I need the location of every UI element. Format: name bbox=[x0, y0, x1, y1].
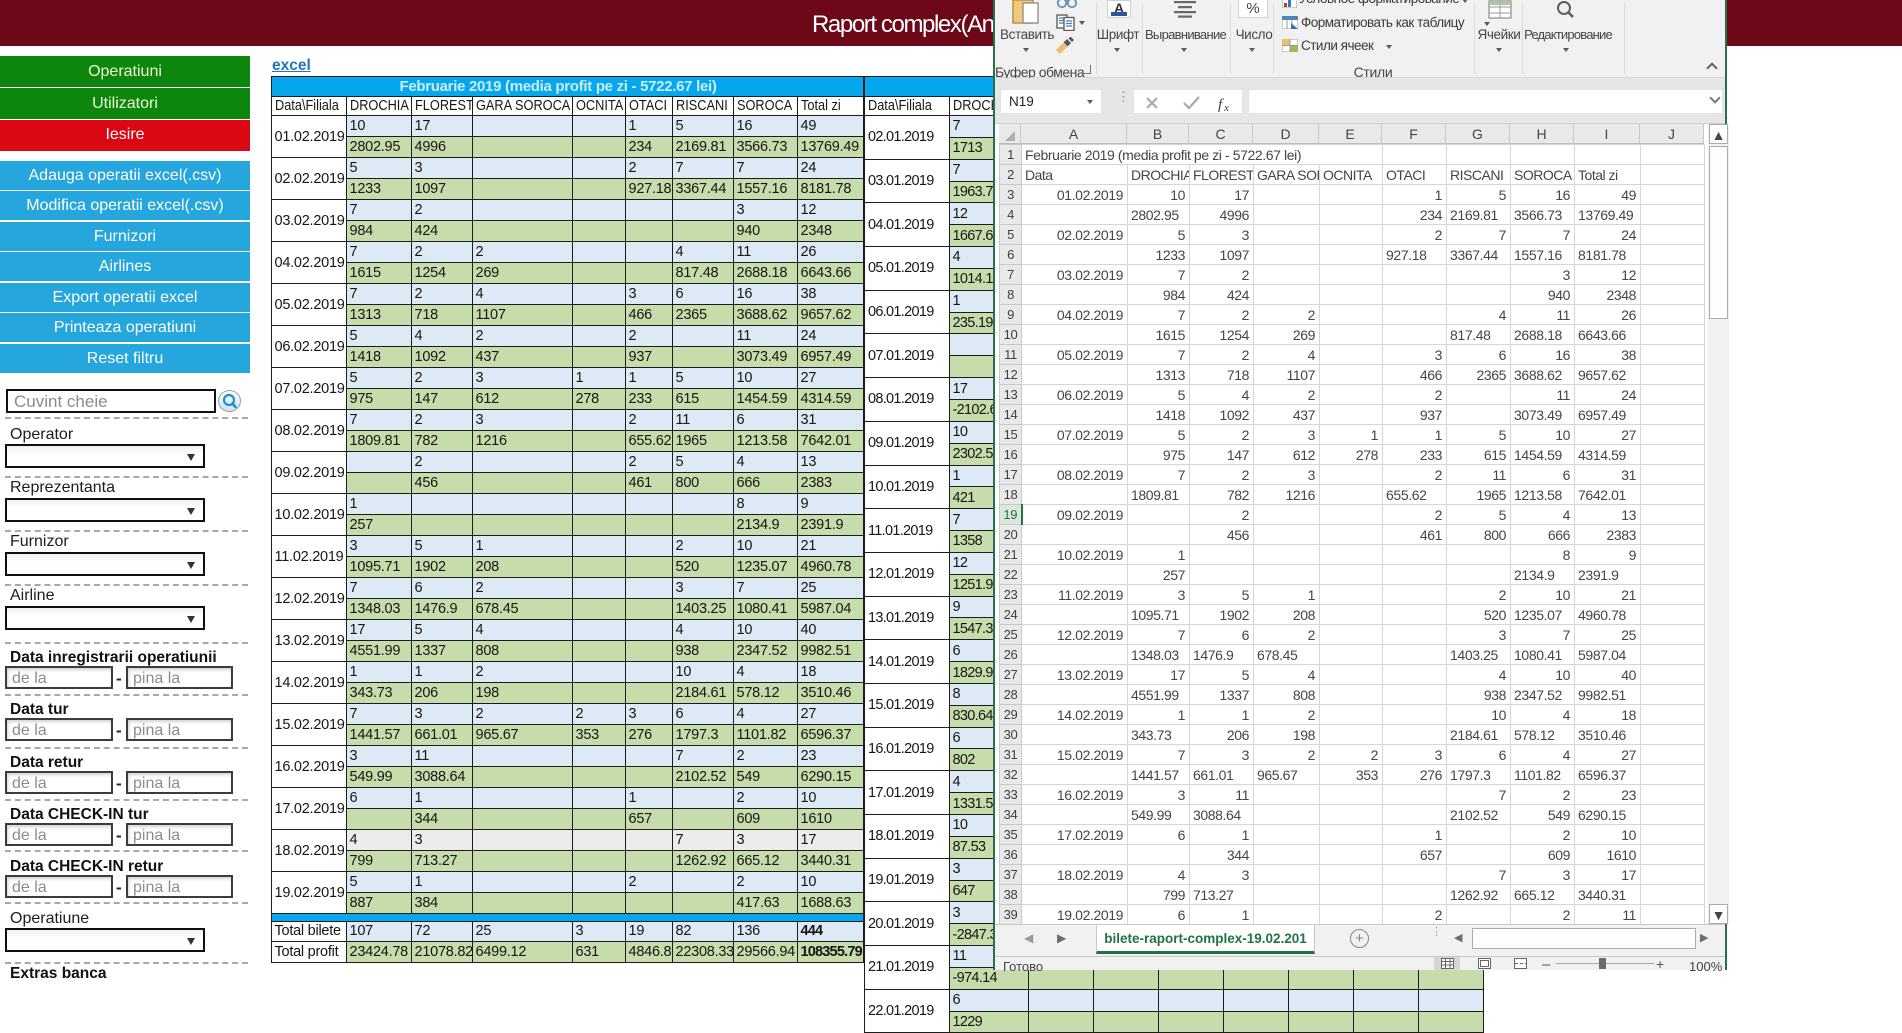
svg-text:x: x bbox=[1223, 102, 1229, 114]
